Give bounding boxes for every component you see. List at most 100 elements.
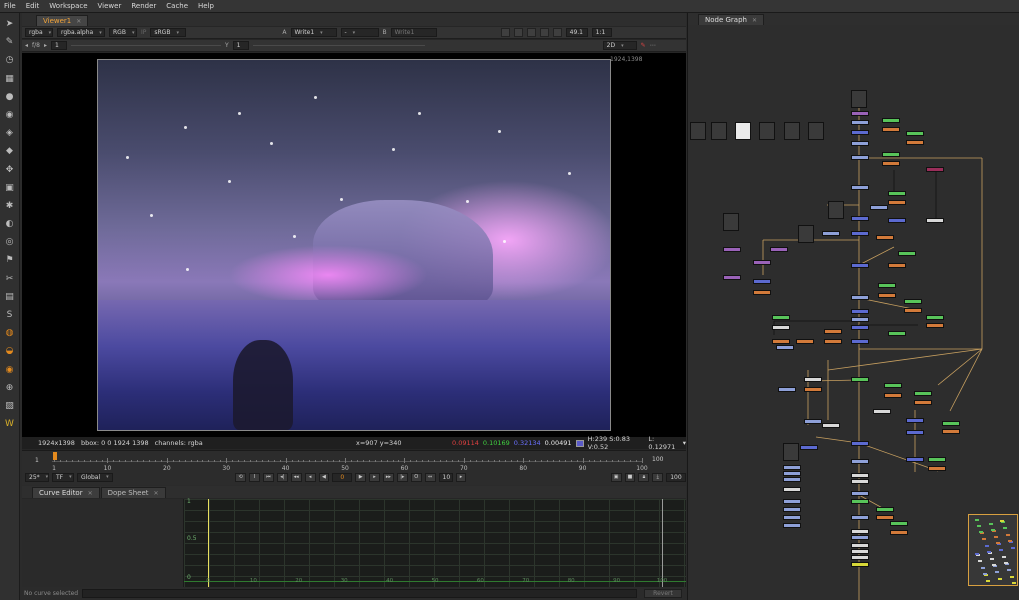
zoom-dropdown[interactable]: 49.1 — [565, 28, 588, 37]
graph-node[interactable] — [851, 120, 869, 125]
graph-node[interactable] — [882, 118, 900, 123]
graph-node[interactable] — [906, 457, 924, 462]
graph-node[interactable] — [851, 377, 869, 382]
tab-node-graph[interactable]: Node Graph ✕ — [698, 14, 764, 25]
graph-node[interactable] — [783, 487, 801, 492]
expression-field[interactable] — [82, 589, 637, 598]
node-graph-minimap[interactable] — [968, 514, 1018, 586]
graph-node[interactable] — [876, 507, 894, 512]
tab-viewer1[interactable]: Viewer1 ✕ — [36, 15, 89, 26]
frame-range-dropdown[interactable]: Global ▾ — [77, 472, 113, 482]
read-node-thumbnail[interactable] — [759, 122, 775, 140]
graph-node[interactable] — [776, 345, 794, 350]
graph-node[interactable] — [914, 400, 932, 405]
views-icon[interactable]: ◎ — [3, 235, 17, 249]
paint-icon[interactable]: ✎ — [3, 35, 17, 49]
fstop-arrow-icon[interactable]: ▸ — [44, 42, 47, 49]
graph-node[interactable] — [906, 430, 924, 435]
graph-node[interactable] — [890, 530, 908, 535]
graph-node[interactable] — [884, 393, 902, 398]
graph-node[interactable] — [928, 457, 946, 462]
graph-node[interactable] — [824, 339, 842, 344]
graph-node[interactable] — [778, 387, 796, 392]
graph-node[interactable] — [822, 231, 840, 236]
graph-node[interactable] — [876, 515, 894, 520]
graph-node[interactable] — [783, 471, 801, 476]
graph-node[interactable] — [926, 323, 944, 328]
graph-node[interactable] — [851, 309, 869, 314]
graph-node[interactable] — [851, 111, 869, 116]
graph-node[interactable] — [851, 339, 869, 344]
channels-dropdown[interactable]: rgba ▾ — [25, 28, 53, 37]
graph-node[interactable] — [890, 521, 908, 526]
menu-workspace[interactable]: Workspace — [49, 2, 87, 10]
menu-cache[interactable]: Cache — [166, 2, 188, 10]
graph-node[interactable] — [942, 421, 960, 426]
graph-node[interactable] — [851, 562, 869, 567]
prev-keyframe-icon[interactable]: ◂| — [276, 472, 288, 482]
graph-node[interactable] — [882, 152, 900, 157]
step-field[interactable]: 10 — [438, 472, 453, 482]
playhead[interactable] — [53, 452, 57, 460]
graph-node[interactable] — [906, 131, 924, 136]
a-input-dropdown[interactable]: Write1 ▾ — [290, 28, 337, 37]
close-icon[interactable]: ✕ — [88, 490, 93, 497]
play-forward-icon[interactable]: ▶ — [355, 472, 367, 482]
graph-node[interactable] — [851, 555, 869, 560]
gamma-slider[interactable] — [252, 45, 425, 46]
read-node-thumbnail[interactable] — [783, 443, 799, 461]
render-icon[interactable]: ■ — [624, 472, 636, 482]
menu-edit[interactable]: Edit — [26, 2, 40, 10]
graph-node[interactable] — [804, 387, 822, 392]
graph-node[interactable] — [888, 191, 906, 196]
color-icon[interactable]: ● — [3, 90, 17, 104]
graph-node[interactable] — [870, 205, 888, 210]
toolsets-icon[interactable]: ✂ — [3, 272, 17, 286]
graph-node[interactable] — [851, 529, 869, 534]
graph-node[interactable] — [914, 391, 932, 396]
graph-node[interactable] — [926, 315, 944, 320]
graph-node[interactable] — [753, 260, 771, 265]
keyer-icon[interactable]: ◈ — [3, 126, 17, 140]
close-icon[interactable]: ✕ — [752, 17, 757, 24]
graph-node[interactable] — [783, 515, 801, 520]
graph-node[interactable] — [851, 295, 869, 300]
alpha-channel-dropdown[interactable]: rgba.alpha ▾ — [57, 28, 105, 37]
read-node-thumbnail[interactable] — [723, 213, 739, 231]
graph-node[interactable] — [772, 315, 790, 320]
next-keyframe-icon[interactable]: |▸ — [396, 472, 408, 482]
menu-file[interactable]: File — [4, 2, 16, 10]
graph-node[interactable] — [770, 247, 788, 252]
timecode-format-dropdown[interactable]: TF ▾ — [52, 472, 74, 482]
menu-help[interactable]: Help — [198, 2, 214, 10]
graph-node[interactable] — [851, 479, 869, 484]
graph-node[interactable] — [783, 477, 801, 482]
graph-node[interactable] — [851, 130, 869, 135]
close-icon[interactable]: ✕ — [154, 490, 159, 497]
info-menu-icon[interactable]: ▾ — [683, 439, 686, 447]
image-icon[interactable]: ▨ — [3, 399, 17, 413]
gain-field[interactable]: 1 — [50, 41, 67, 50]
display-channels-dropdown[interactable]: RGB ▾ — [109, 28, 137, 37]
first-frame-icon[interactable]: ⏮ — [262, 472, 274, 482]
view-mode-dropdown[interactable]: 2D ▾ — [602, 41, 637, 50]
graph-node[interactable] — [851, 543, 869, 548]
fps-dropdown[interactable]: 25* ▾ — [25, 472, 49, 482]
graph-node[interactable] — [851, 325, 869, 330]
settings-icon[interactable]: ⋯ — [650, 42, 656, 49]
graph-node[interactable] — [772, 325, 790, 330]
fstop-label[interactable]: f/8 — [32, 42, 40, 49]
graph-node[interactable] — [723, 247, 741, 252]
graph-node[interactable] — [882, 161, 900, 166]
timeline-ruler[interactable]: 1 10 20 30 40 50 60 70 80 90 100 — [52, 455, 648, 472]
graph-node[interactable] — [824, 329, 842, 334]
graph-node[interactable] — [851, 441, 869, 446]
flame-icon[interactable]: ◒ — [3, 344, 17, 358]
transform-icon[interactable]: ✥ — [3, 163, 17, 177]
step-increment-icon[interactable]: ⇔ — [424, 472, 436, 482]
graph-node[interactable] — [851, 549, 869, 554]
graph-node[interactable] — [904, 308, 922, 313]
s-icon[interactable]: S — [3, 308, 17, 322]
read-node-thumbnail[interactable] — [735, 122, 751, 140]
graph-node[interactable] — [888, 218, 906, 223]
